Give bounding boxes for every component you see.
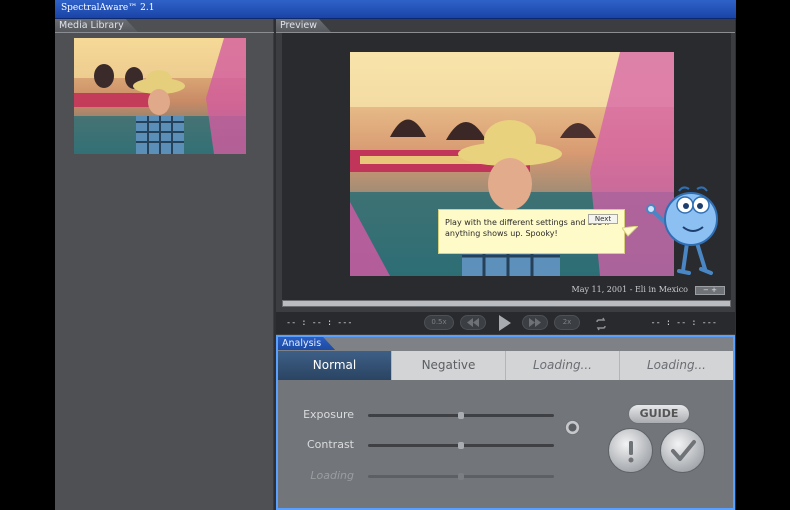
guide-button[interactable]: GUIDE <box>628 404 690 424</box>
warning-exclamation-icon <box>628 441 634 463</box>
contrast-slider-knob[interactable] <box>458 442 464 449</box>
loading-slider-knob <box>458 473 464 480</box>
zoom-minus-button[interactable]: − <box>703 286 709 294</box>
rewind-button[interactable] <box>460 315 486 330</box>
exposure-slider[interactable] <box>368 412 554 419</box>
analysis-header: Analysis <box>278 337 335 350</box>
loop-icon <box>596 317 606 331</box>
contrast-slider[interactable] <box>368 442 554 449</box>
app-title: SpectralAware™ 2.1 <box>61 3 155 13</box>
warning-button[interactable] <box>608 428 653 473</box>
progress-fill <box>283 301 730 306</box>
media-library-divider <box>55 32 274 33</box>
preview-stage: Play with the different settings and see… <box>282 33 731 300</box>
tab-loading-1[interactable]: Loading... <box>506 351 620 380</box>
app-window: SpectralAware™ 2.1 Media Library Preview… <box>55 0 736 510</box>
exposure-label: Exposure <box>303 408 354 421</box>
zoom-control[interactable]: − + <box>695 286 725 295</box>
preview-panel: Preview Play with the different settings… <box>276 19 735 335</box>
playback-progress-bar[interactable] <box>282 300 731 307</box>
media-library-header: Media Library <box>55 19 138 32</box>
contrast-label: Contrast <box>306 438 354 451</box>
analysis-controls: Exposure Contrast Loading GUIDE <box>278 380 733 508</box>
preview-header: Preview <box>276 19 331 32</box>
tab-loading-2[interactable]: Loading... <box>620 351 733 380</box>
photo-caption: May 11, 2001 - Eli in Mexico <box>571 285 688 294</box>
loading-slider-label: Loading <box>310 469 354 482</box>
zoom-plus-button[interactable]: + <box>711 286 717 294</box>
exposure-slider-knob[interactable] <box>458 412 464 419</box>
mascot-character-icon <box>639 171 719 281</box>
media-thumbnail[interactable] <box>74 38 246 154</box>
title-bar[interactable]: SpectralAware™ 2.1 <box>55 0 736 19</box>
media-library-panel: Media Library <box>55 19 274 510</box>
time-elapsed: -- : -- : --- <box>286 318 353 328</box>
tooltip-pointer-icon <box>622 226 638 237</box>
fast-speed-button[interactable]: 2x <box>554 315 580 330</box>
tab-negative[interactable]: Negative <box>392 351 506 380</box>
analysis-panel: Analysis Normal Negative Loading... Load… <box>276 335 735 510</box>
toggle-radio[interactable] <box>565 420 580 435</box>
transport-controls: -- : -- : --- 0.5x 2x -- : -- : --- <box>276 312 735 334</box>
analysis-tab-bar: Normal Negative Loading... Loading... <box>278 351 733 380</box>
tooltip-next-button[interactable]: Next <box>588 214 618 224</box>
time-total: -- : -- : --- <box>650 318 717 328</box>
play-icon <box>499 315 511 331</box>
slow-speed-button[interactable]: 0.5x <box>424 315 454 330</box>
checkmark-icon <box>671 440 696 461</box>
play-button[interactable] <box>494 313 514 333</box>
loading-slider <box>368 473 554 480</box>
loop-button[interactable] <box>594 316 608 331</box>
tab-normal[interactable]: Normal <box>278 351 392 380</box>
confirm-button[interactable] <box>660 428 705 473</box>
forward-button[interactable] <box>522 315 548 330</box>
forward-icon <box>529 318 541 327</box>
rewind-icon <box>467 318 479 327</box>
